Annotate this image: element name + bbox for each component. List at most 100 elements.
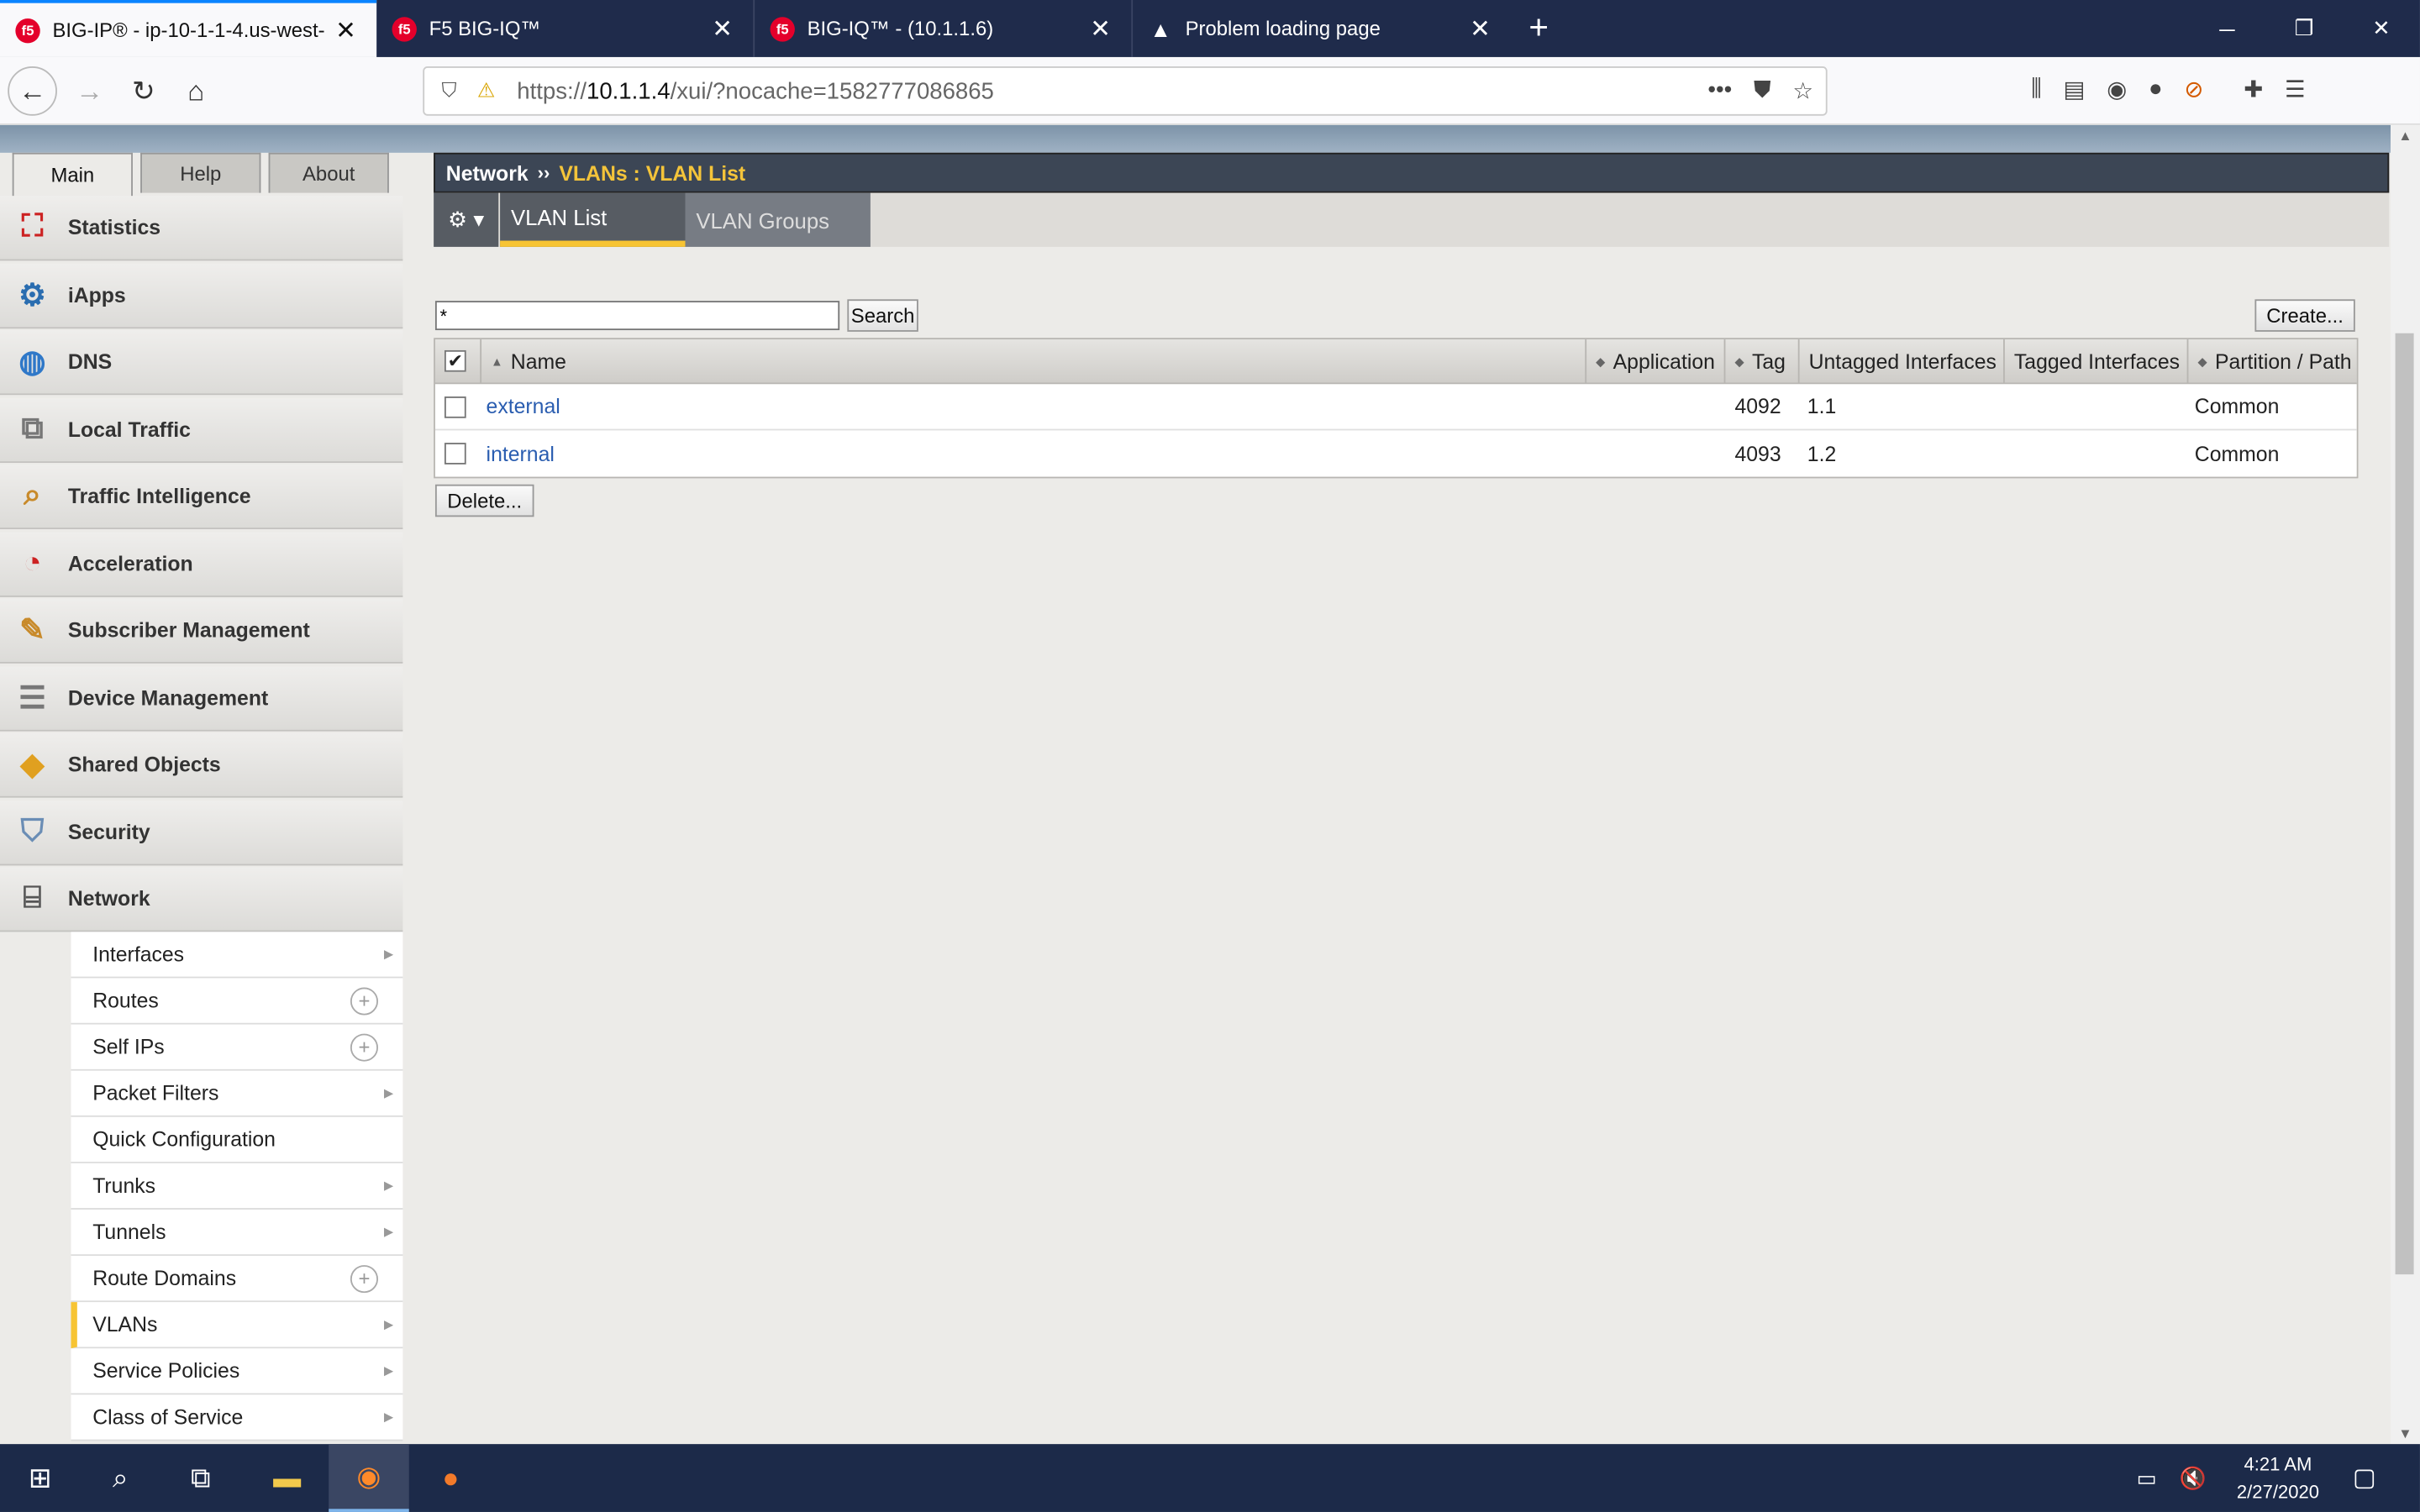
- sidebar-icon[interactable]: ▤: [2063, 76, 2085, 103]
- column-label: Tagged Interfaces: [2013, 349, 2181, 373]
- account-icon[interactable]: ◉: [2107, 76, 2127, 103]
- cookie-icon[interactable]: ●: [2149, 76, 2163, 103]
- browser-tab-strip: f5 BIG-IP® - ip-10-1-1-4.us-west- ✕ f5 F…: [0, 0, 2420, 57]
- url-path: /xui/?nocache=1582777086865: [670, 77, 994, 104]
- browser-tab-title: BIG-IQ™ - (10.1.1.6): [807, 17, 994, 40]
- vlan-name-link[interactable]: external: [477, 384, 560, 428]
- library-icon[interactable]: ⫼: [2031, 76, 2042, 103]
- untagged-cell: 1.2: [1807, 442, 1837, 465]
- column-header-tagged-interfaces: Tagged Interfaces: [2005, 339, 2189, 383]
- column-label: Untagged Interfaces: [1808, 349, 1996, 373]
- column-header-partition[interactable]: ◆ Partition / Path: [2188, 339, 2356, 382]
- windows-start-icon[interactable]: ⊞: [0, 1444, 81, 1512]
- reload-icon[interactable]: ↻: [122, 70, 165, 113]
- extensions-icon[interactable]: ✚: [2244, 76, 2263, 103]
- browser-tab-bigiq-device[interactable]: f5 BIG-IQ™ - (10.1.1.6) ✕: [755, 0, 1134, 57]
- task-view-icon[interactable]: ⧉: [160, 1444, 241, 1512]
- menu-icon[interactable]: ☰: [2285, 76, 2306, 103]
- column-header-tag[interactable]: ◆ Tag: [1725, 339, 1800, 383]
- pocket-icon[interactable]: ⛊: [1754, 77, 1771, 105]
- table-row: internal 4093 1.2 Common: [434, 430, 2357, 477]
- application-cell: [1586, 384, 1596, 428]
- back-arrow-icon[interactable]: ←: [8, 66, 57, 116]
- scroll-up-arrow-icon[interactable]: ▲: [2391, 128, 2420, 143]
- sort-icon: ◆: [1596, 354, 1606, 369]
- select-all-cell: ✔: [435, 339, 482, 383]
- shield-icon[interactable]: ⛉: [430, 79, 467, 103]
- browser-nav-toolbar: ← → ↻ ⌂ ⛉ ⚠ https://10.1.1.4/xui/?nocach…: [0, 56, 2420, 125]
- browser-toolbar-icons: ⫼ ▤ ◉ ● ⊘ ✚ ☰: [2031, 76, 2306, 103]
- blocker-icon[interactable]: ⊘: [2184, 76, 2203, 103]
- column-header-name[interactable]: ▲ Name: [481, 339, 1587, 383]
- content-area: Search Create... ✔ ▲ Name ◆ Application …: [0, 125, 2391, 1444]
- close-window-icon[interactable]: ✕: [2343, 0, 2420, 57]
- close-tab-icon[interactable]: ✕: [1082, 13, 1119, 45]
- search-button[interactable]: Search: [847, 299, 918, 332]
- scroll-down-arrow-icon[interactable]: ▼: [2391, 1425, 2420, 1441]
- bookmark-star-icon[interactable]: ☆: [1792, 77, 1813, 105]
- tag-cell: 4093: [1734, 442, 1781, 465]
- untagged-cell: 1.1: [1807, 395, 1837, 418]
- warning-icon: ▲: [1150, 16, 1171, 41]
- insecure-lock-icon[interactable]: ⚠: [468, 79, 505, 103]
- firefox-icon[interactable]: ◉: [329, 1444, 409, 1512]
- clock-date: 2/27/2020: [2236, 1481, 2319, 1503]
- row-select-cell: [435, 384, 481, 428]
- tag-cell: 4092: [1734, 395, 1781, 418]
- network-status-icon[interactable]: ▭: [2123, 1444, 2170, 1512]
- sort-icon: ◆: [2197, 354, 2207, 369]
- vlan-name-link[interactable]: internal: [477, 430, 555, 476]
- new-tab-icon[interactable]: +: [1518, 8, 1559, 50]
- column-header-application[interactable]: ◆ Application: [1586, 339, 1726, 383]
- f5-logo-icon: f5: [770, 16, 795, 41]
- browser-tab-title: BIG-IP® - ip-10-1-1-4.us-west-: [52, 18, 325, 42]
- f5-logo-icon: f5: [15, 18, 40, 43]
- url-bar[interactable]: ⛉ ⚠ https://10.1.1.4/xui/?nocache=158277…: [423, 66, 1828, 116]
- clock-time: 4:21 AM: [2244, 1453, 2312, 1475]
- row-checkbox[interactable]: [444, 443, 466, 465]
- page-scrollbar[interactable]: ▲ ▼: [2391, 124, 2420, 1445]
- screen: f5 BIG-IP® - ip-10-1-1-4.us-west- ✕ f5 F…: [0, 0, 2420, 1512]
- tagged-cell: [2005, 430, 2014, 476]
- browser-tab-problem-loading[interactable]: ▲ Problem loading page ✕: [1133, 0, 1511, 57]
- f5-logo-icon: f5: [392, 16, 417, 41]
- close-tab-icon[interactable]: ✕: [327, 14, 364, 45]
- create-button[interactable]: Create...: [2254, 299, 2355, 332]
- column-label: Tag: [1751, 349, 1786, 373]
- volume-muted-icon[interactable]: 🔇: [2170, 1444, 2216, 1512]
- application-cell: [1586, 430, 1596, 476]
- sort-ascending-icon: ▲: [491, 354, 503, 369]
- table-row: external 4092 1.1 Common: [434, 384, 2357, 431]
- restore-window-icon[interactable]: ❐: [2265, 0, 2343, 57]
- browser-tab-f5-bigiq[interactable]: f5 F5 BIG-IQ™ ✕: [376, 0, 755, 57]
- page-actions-icon[interactable]: •••: [1707, 77, 1732, 105]
- scrollbar-thumb[interactable]: [2395, 333, 2414, 1275]
- url-host: 10.1.1.4: [587, 77, 671, 104]
- search-input[interactable]: [434, 301, 840, 331]
- column-label: Name: [510, 349, 566, 373]
- browser-tab-bigip[interactable]: f5 BIG-IP® - ip-10-1-1-4.us-west- ✕: [0, 0, 377, 57]
- row-select-cell: [435, 430, 481, 476]
- minimize-window-icon[interactable]: ─: [2188, 0, 2265, 57]
- table-header: ✔ ▲ Name ◆ Application ◆ Tag Untagged In…: [434, 339, 2357, 385]
- delete-button[interactable]: Delete...: [434, 484, 534, 517]
- search-icon[interactable]: ⌕: [81, 1444, 161, 1512]
- column-label: Application: [1612, 349, 1715, 373]
- select-all-checkbox[interactable]: ✔: [444, 349, 466, 372]
- close-tab-icon[interactable]: ✕: [1461, 13, 1498, 45]
- url-text[interactable]: https://10.1.1.4/xui/?nocache=1582777086…: [517, 78, 994, 104]
- tagged-cell: [2005, 384, 2014, 428]
- partition-cell: Common: [2194, 442, 2280, 465]
- home-icon[interactable]: ⌂: [175, 70, 218, 113]
- close-tab-icon[interactable]: ✕: [704, 13, 741, 45]
- notifications-icon[interactable]: ▢: [2330, 1444, 2398, 1512]
- postman-icon[interactable]: ●: [411, 1444, 492, 1512]
- taskbar-clock[interactable]: 4:21 AM 2/27/2020: [2228, 1450, 2328, 1505]
- browser-tab-title: Problem loading page: [1185, 17, 1381, 40]
- forward-arrow-icon[interactable]: →: [68, 70, 111, 113]
- sort-icon: ◆: [1734, 354, 1744, 369]
- row-checkbox[interactable]: [444, 396, 466, 417]
- file-explorer-icon[interactable]: ▬: [247, 1444, 328, 1512]
- windows-taskbar: ⊞ ⌕ ⧉ ▬ ◉ ● ▭ 🔇 4:21 AM 2/27/2020 ▢: [0, 1444, 2420, 1512]
- browser-tab-title: F5 BIG-IQ™: [429, 17, 541, 40]
